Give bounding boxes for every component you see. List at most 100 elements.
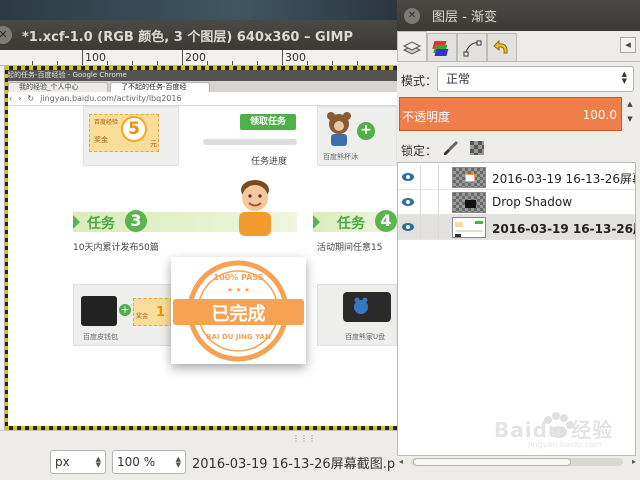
forward-icon: › bbox=[18, 94, 22, 103]
coupon-unit: 元 bbox=[150, 140, 157, 148]
udisk-caption: 百度熊家U盘 bbox=[345, 333, 386, 341]
chrome-tab: 我的经验_个人中心 bbox=[8, 82, 108, 92]
watermark-text: Baidu 经验 bbox=[494, 418, 614, 442]
tab-channels[interactable] bbox=[427, 33, 457, 61]
eye-icon[interactable] bbox=[401, 196, 415, 208]
ruler-tick bbox=[257, 61, 258, 65]
dock-bottom-bar bbox=[397, 468, 640, 480]
layers-icon bbox=[402, 40, 422, 55]
coupon-small-label: 奖金 bbox=[136, 313, 149, 320]
layer-row-selected[interactable]: 2016-03-19 16-13-26屏幕截 bbox=[398, 215, 635, 240]
layers-horizontal-scrollbar[interactable]: ◂ ▸ bbox=[397, 456, 640, 468]
coupon-small-amount: 1 bbox=[156, 305, 166, 320]
horizontal-ruler[interactable]: 100 200 300 bbox=[0, 50, 397, 66]
channels-icon bbox=[432, 40, 449, 56]
chain-cell[interactable] bbox=[420, 215, 421, 240]
horizontal-scrollbar[interactable]: ⋮⋮⋮ bbox=[0, 430, 397, 444]
layer-name[interactable]: 2016-03-19 16-13-26屏幕截 bbox=[492, 170, 635, 187]
select-arrows-icon: ▲ ▼ bbox=[95, 455, 101, 469]
scroll-track[interactable] bbox=[411, 458, 623, 466]
ruler-tick bbox=[132, 61, 133, 65]
select-arrows-icon: ▲ ▼ bbox=[175, 455, 181, 469]
eye-icon[interactable] bbox=[401, 221, 415, 233]
stamp-stars: ★ ★ ★ bbox=[226, 286, 251, 294]
ruler-tick bbox=[307, 61, 308, 65]
ruler-tick bbox=[157, 61, 158, 65]
chain-cell[interactable] bbox=[420, 190, 421, 215]
desktop: ✕ *1.xcf-1.0 (RGB 颜色, 3 个图层) 640x360 – G… bbox=[0, 0, 640, 480]
scroll-thumb[interactable] bbox=[413, 458, 571, 466]
task3-label: 任务 bbox=[87, 216, 115, 232]
task4-number: 4 bbox=[375, 210, 397, 232]
ruler-tick bbox=[32, 61, 33, 65]
chain-cell[interactable] bbox=[420, 165, 421, 190]
mascot-boy-icon bbox=[239, 180, 271, 236]
task3-number: 3 bbox=[125, 210, 147, 232]
opacity-slider[interactable]: 不透明度 100.0 bbox=[399, 97, 622, 131]
back-icon: ‹ bbox=[9, 94, 13, 103]
window-title: *1.xcf-1.0 (RGB 颜色, 3 个图层) 640x360 – GIM… bbox=[22, 29, 353, 45]
wallet-caption: 百度皮钱包 bbox=[83, 333, 118, 341]
zoom-select[interactable]: 100 % ▲ ▼ bbox=[112, 450, 186, 474]
scroll-grip-icon[interactable]: ⋮⋮⋮ bbox=[292, 434, 316, 443]
opacity-value: 100.0 bbox=[582, 108, 617, 122]
bear-mascot-icon bbox=[327, 112, 351, 146]
task3-arrow-icon bbox=[73, 215, 80, 229]
tab-layers[interactable] bbox=[397, 31, 427, 61]
ruler-tick bbox=[207, 61, 208, 65]
ruler-tick bbox=[332, 61, 333, 65]
paint-brush-icon[interactable] bbox=[443, 140, 459, 156]
url-text: jingyan.baidu.com/activity/lbq2016 bbox=[40, 94, 182, 103]
reload-icon: ↻ bbox=[27, 94, 35, 103]
plus-icon: + bbox=[119, 303, 131, 316]
chrome-tab-active: 了不起的任务-百度经 bbox=[110, 82, 210, 92]
scroll-right-icon[interactable]: ▸ bbox=[632, 457, 636, 466]
gimp-titlebar[interactable]: ✕ *1.xcf-1.0 (RGB 颜色, 3 个图层) 640x360 – G… bbox=[0, 20, 397, 50]
ruler-tick bbox=[357, 61, 358, 65]
select-arrows-icon: ▲ ▼ bbox=[621, 70, 627, 85]
unit-value: px bbox=[55, 455, 70, 469]
layer-thumbnail bbox=[452, 217, 486, 238]
ruler-tick bbox=[232, 61, 233, 65]
coupon-label: 奖金 bbox=[94, 136, 108, 144]
status-bar: px ▲ ▼ 100 % ▲ ▼ 2016-03-19 16-13-26屏幕截图.p bbox=[0, 444, 397, 480]
task4-label: 任务 bbox=[337, 216, 365, 232]
status-text: 2016-03-19 16-13-26屏幕截图.p bbox=[192, 456, 396, 472]
ruler-label: 100 bbox=[85, 51, 106, 64]
layer-row[interactable]: 2016-03-19 16-13-26屏幕截 bbox=[398, 165, 635, 190]
eye-icon[interactable] bbox=[401, 171, 415, 183]
ruler-tick bbox=[107, 61, 108, 65]
dock-menu-icon[interactable]: ◂ bbox=[620, 37, 636, 53]
layer-thumbnail bbox=[452, 167, 486, 188]
layer-row[interactable]: Drop Shadow bbox=[398, 190, 635, 215]
dock-titlebar[interactable]: ✕ 图层 - 渐变 bbox=[397, 0, 640, 31]
screenshot-layer-content: 起的任务-百度经验 - Google Chrome 我的经验_个人中心 了不起的… bbox=[5, 70, 397, 430]
layer-name[interactable]: 2016-03-19 16-13-26屏幕截 bbox=[492, 220, 635, 237]
udisk-icon bbox=[343, 292, 391, 322]
bear-caption: 百度熊杯沐 bbox=[323, 153, 358, 161]
close-icon[interactable]: ✕ bbox=[404, 7, 420, 24]
lock-row: 锁定： bbox=[397, 138, 640, 160]
coupon-small: 奖金 1 bbox=[133, 298, 173, 326]
layer-name[interactable]: Drop Shadow bbox=[492, 195, 635, 209]
alpha-lock-icon[interactable] bbox=[469, 140, 485, 156]
close-icon[interactable]: ✕ bbox=[0, 26, 12, 44]
mode-label: 模式： bbox=[401, 74, 438, 88]
opacity-spinner[interactable]: ▲ ▼ bbox=[624, 97, 636, 131]
image-canvas[interactable]: 起的任务-百度经验 - Google Chrome 我的经验_个人中心 了不起的… bbox=[5, 66, 397, 430]
opacity-row: 不透明度 100.0 ▲ ▼ bbox=[397, 97, 640, 133]
watermark-subtext: jingyan.baidu.com bbox=[528, 440, 602, 449]
stamp-layer: 100% PASS ★ ★ ★ 已完成 BAI DU JING YAN bbox=[171, 257, 306, 364]
layer-boundary bbox=[5, 66, 8, 430]
stamp-bottom-text: BAI DU JING YAN bbox=[206, 333, 271, 341]
layer-boundary bbox=[5, 66, 397, 70]
lock-label: 锁定： bbox=[401, 144, 438, 158]
unit-select[interactable]: px ▲ ▼ bbox=[50, 450, 106, 474]
scroll-left-icon[interactable]: ◂ bbox=[399, 457, 403, 466]
paths-icon bbox=[463, 40, 482, 56]
layer-thumbnail bbox=[452, 192, 486, 213]
tab-paths[interactable] bbox=[457, 33, 487, 61]
mode-select[interactable]: 正常 ▲ ▼ bbox=[437, 66, 634, 92]
ruler-label: 200 bbox=[185, 51, 206, 64]
tab-undo-history[interactable] bbox=[487, 33, 517, 61]
